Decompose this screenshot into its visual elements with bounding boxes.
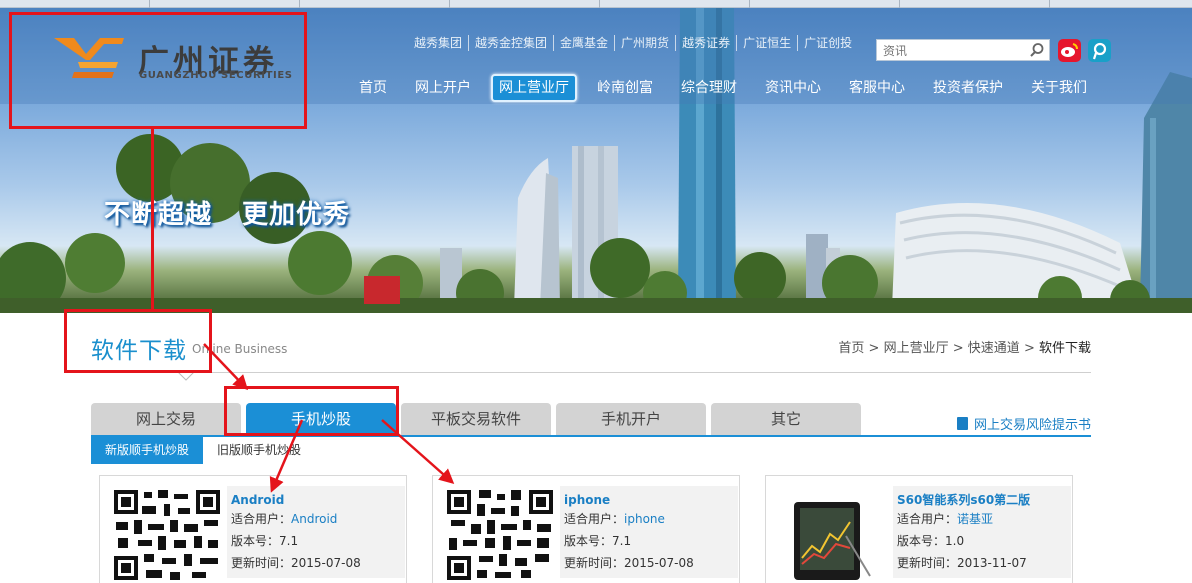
breadcrumb-separator: > xyxy=(868,341,880,356)
browser-tab[interactable] xyxy=(450,0,600,8)
browser-tab[interactable] xyxy=(300,0,450,8)
update-date-value: 2013-11-07 xyxy=(957,556,1027,570)
qr-code-image[interactable] xyxy=(445,488,555,582)
version-value: 7.1 xyxy=(612,534,632,548)
update-date-row: 更新时间：2015-07-08 xyxy=(564,552,734,574)
version-value: 1.0 xyxy=(945,534,965,548)
slogan-part-2: 更加优秀 xyxy=(242,200,351,230)
search-icon[interactable] xyxy=(1029,42,1045,58)
download-card-iphone: iphone 适合用户：iphone 版本号：7.1 更新时间：2015-07-… xyxy=(432,475,740,583)
update-date-value: 2015-07-08 xyxy=(291,556,361,570)
version-subtabs: 新版顺手机炒股 旧版顺手机炒股 xyxy=(91,437,315,464)
nav-online-account[interactable]: 网上开户 xyxy=(401,74,485,102)
app-name-link[interactable]: S60智能系列s60第二版 xyxy=(897,492,1067,508)
nav-investor-protection[interactable]: 投资者保护 xyxy=(919,74,1017,102)
group-link-guangzheng-hengsheng[interactable]: 广证恒生 xyxy=(736,35,797,51)
card-info: Android 适合用户：Android 版本号：7.1 更新时间：2015-0… xyxy=(227,486,405,578)
browser-tab-strip xyxy=(0,0,1192,8)
suitable-users-row: 适合用户：Android xyxy=(231,508,401,530)
version-row: 版本号：7.1 xyxy=(231,530,401,552)
browser-tab[interactable] xyxy=(0,0,150,8)
annotation-box-mobile-tab xyxy=(224,386,399,436)
subtab-old-version[interactable]: 旧版顺手机炒股 xyxy=(203,437,315,464)
version-label: 版本号： xyxy=(897,534,946,548)
subtab-new-version[interactable]: 新版顺手机炒股 xyxy=(91,437,204,464)
risk-notice-label: 网上交易风险提示书 xyxy=(973,418,1091,433)
annotation-line xyxy=(151,129,154,309)
tencent-weibo-icon[interactable] xyxy=(1088,39,1111,62)
qr-code-image[interactable] xyxy=(112,488,222,582)
group-link-guangzhou-futures[interactable]: 广州期货 xyxy=(614,35,675,51)
risk-notice-link[interactable]: 网上交易风险提示书 xyxy=(956,414,1091,433)
suitable-users-value: iphone xyxy=(624,512,665,526)
suitable-users-row: 适合用户：iphone xyxy=(564,508,734,530)
suitable-users-value: 诺基亚 xyxy=(957,512,994,526)
version-row: 版本号：7.1 xyxy=(564,530,734,552)
page: 广州证券 GUANGZHOU SECURITIES 越秀集团 越秀金控集团 金鹰… xyxy=(0,0,1192,583)
version-label: 版本号： xyxy=(564,534,613,548)
browser-tab[interactable] xyxy=(600,0,750,8)
version-value: 7.1 xyxy=(279,534,299,548)
update-date-value: 2015-07-08 xyxy=(624,556,694,570)
update-date-label: 更新时间： xyxy=(897,556,958,570)
annotation-box-logo xyxy=(9,12,307,129)
suitable-users-label: 适合用户： xyxy=(897,512,958,526)
section-divider xyxy=(91,372,1091,373)
section-pointer-icon xyxy=(178,372,194,381)
group-link-yuexiu-finance[interactable]: 越秀金控集团 xyxy=(468,35,553,51)
suitable-users-label: 适合用户： xyxy=(231,512,292,526)
group-link-yuexiu[interactable]: 越秀集团 xyxy=(408,35,468,51)
breadcrumb-home[interactable]: 首页 xyxy=(838,341,864,356)
version-label: 版本号： xyxy=(231,534,280,548)
download-card-android: Android 适合用户：Android 版本号：7.1 更新时间：2015-0… xyxy=(99,475,407,583)
update-date-row: 更新时间：2013-11-07 xyxy=(897,552,1067,574)
breadcrumb-quick-access[interactable]: 快速通道 xyxy=(968,341,1020,356)
download-card-s60: S60智能系列s60第二版 适合用户：诺基亚 版本号：1.0 更新时间：2013… xyxy=(765,475,1073,583)
breadcrumb-separator: > xyxy=(952,341,964,356)
update-date-label: 更新时间： xyxy=(564,556,625,570)
group-link-golden-eagle-fund[interactable]: 金鹰基金 xyxy=(553,35,614,51)
card-info: iphone 适合用户：iphone 版本号：7.1 更新时间：2015-07-… xyxy=(560,486,738,578)
version-row: 版本号：1.0 xyxy=(897,530,1067,552)
tab-mobile-account[interactable]: 手机开户 xyxy=(556,403,706,435)
nav-wealth-management[interactable]: 综合理财 xyxy=(667,74,751,102)
tab-online-trading[interactable]: 网上交易 xyxy=(91,403,241,435)
group-link-yuexiu-securities[interactable]: 越秀证券 xyxy=(675,35,736,51)
update-date-label: 更新时间： xyxy=(231,556,292,570)
card-info: S60智能系列s60第二版 适合用户：诺基亚 版本号：1.0 更新时间：2013… xyxy=(893,486,1071,578)
nav-online-branch[interactable]: 网上营业厅 xyxy=(491,74,577,102)
weibo-icon[interactable] xyxy=(1058,39,1081,62)
book-icon xyxy=(956,417,968,430)
app-name-link[interactable]: iphone xyxy=(564,492,734,508)
update-date-row: 更新时间：2015-07-08 xyxy=(231,552,401,574)
suitable-users-row: 适合用户：诺基亚 xyxy=(897,508,1067,530)
main-nav: 首页 网上开户 网上营业厅 岭南创富 综合理财 资讯中心 客服中心 投资者保护 … xyxy=(345,74,1101,102)
tablet-phone-image[interactable] xyxy=(780,488,884,582)
download-category-tabs: 网上交易 手机炒股 平板交易软件 手机开户 其它 xyxy=(91,403,861,435)
nav-home[interactable]: 首页 xyxy=(345,74,401,102)
suitable-users-label: 适合用户： xyxy=(564,512,625,526)
tab-other[interactable]: 其它 xyxy=(711,403,861,435)
breadcrumb-online-branch[interactable]: 网上营业厅 xyxy=(884,341,949,356)
breadcrumb-current: 软件下载 xyxy=(1038,341,1091,356)
browser-tab[interactable] xyxy=(150,0,300,8)
banner-slogan: 不断超越 更加优秀 xyxy=(104,194,350,231)
browser-tab[interactable] xyxy=(900,0,1050,8)
tab-tablet-software[interactable]: 平板交易软件 xyxy=(401,403,551,435)
app-name-link[interactable]: Android xyxy=(231,492,401,508)
nav-service-center[interactable]: 客服中心 xyxy=(835,74,919,102)
nav-news-center[interactable]: 资讯中心 xyxy=(751,74,835,102)
annotation-box-section-title xyxy=(64,309,212,373)
breadcrumb-separator: > xyxy=(1023,341,1035,356)
nav-lingnan-wealth[interactable]: 岭南创富 xyxy=(583,74,667,102)
suitable-users-value: Android xyxy=(291,512,338,526)
breadcrumb: 首页 > 网上营业厅 > 快速通道 > 软件下载 xyxy=(838,337,1091,356)
search-input[interactable] xyxy=(877,41,1025,61)
group-link-guangzheng-venture[interactable]: 广证创投 xyxy=(797,35,858,51)
browser-tab[interactable] xyxy=(750,0,900,8)
slogan-part-1: 不断超越 xyxy=(104,200,213,230)
search-box xyxy=(876,39,1050,61)
group-links: 越秀集团 越秀金控集团 金鹰基金 广州期货 越秀证券 广证恒生 广证创投 xyxy=(408,35,858,51)
nav-about-us[interactable]: 关于我们 xyxy=(1017,74,1101,102)
